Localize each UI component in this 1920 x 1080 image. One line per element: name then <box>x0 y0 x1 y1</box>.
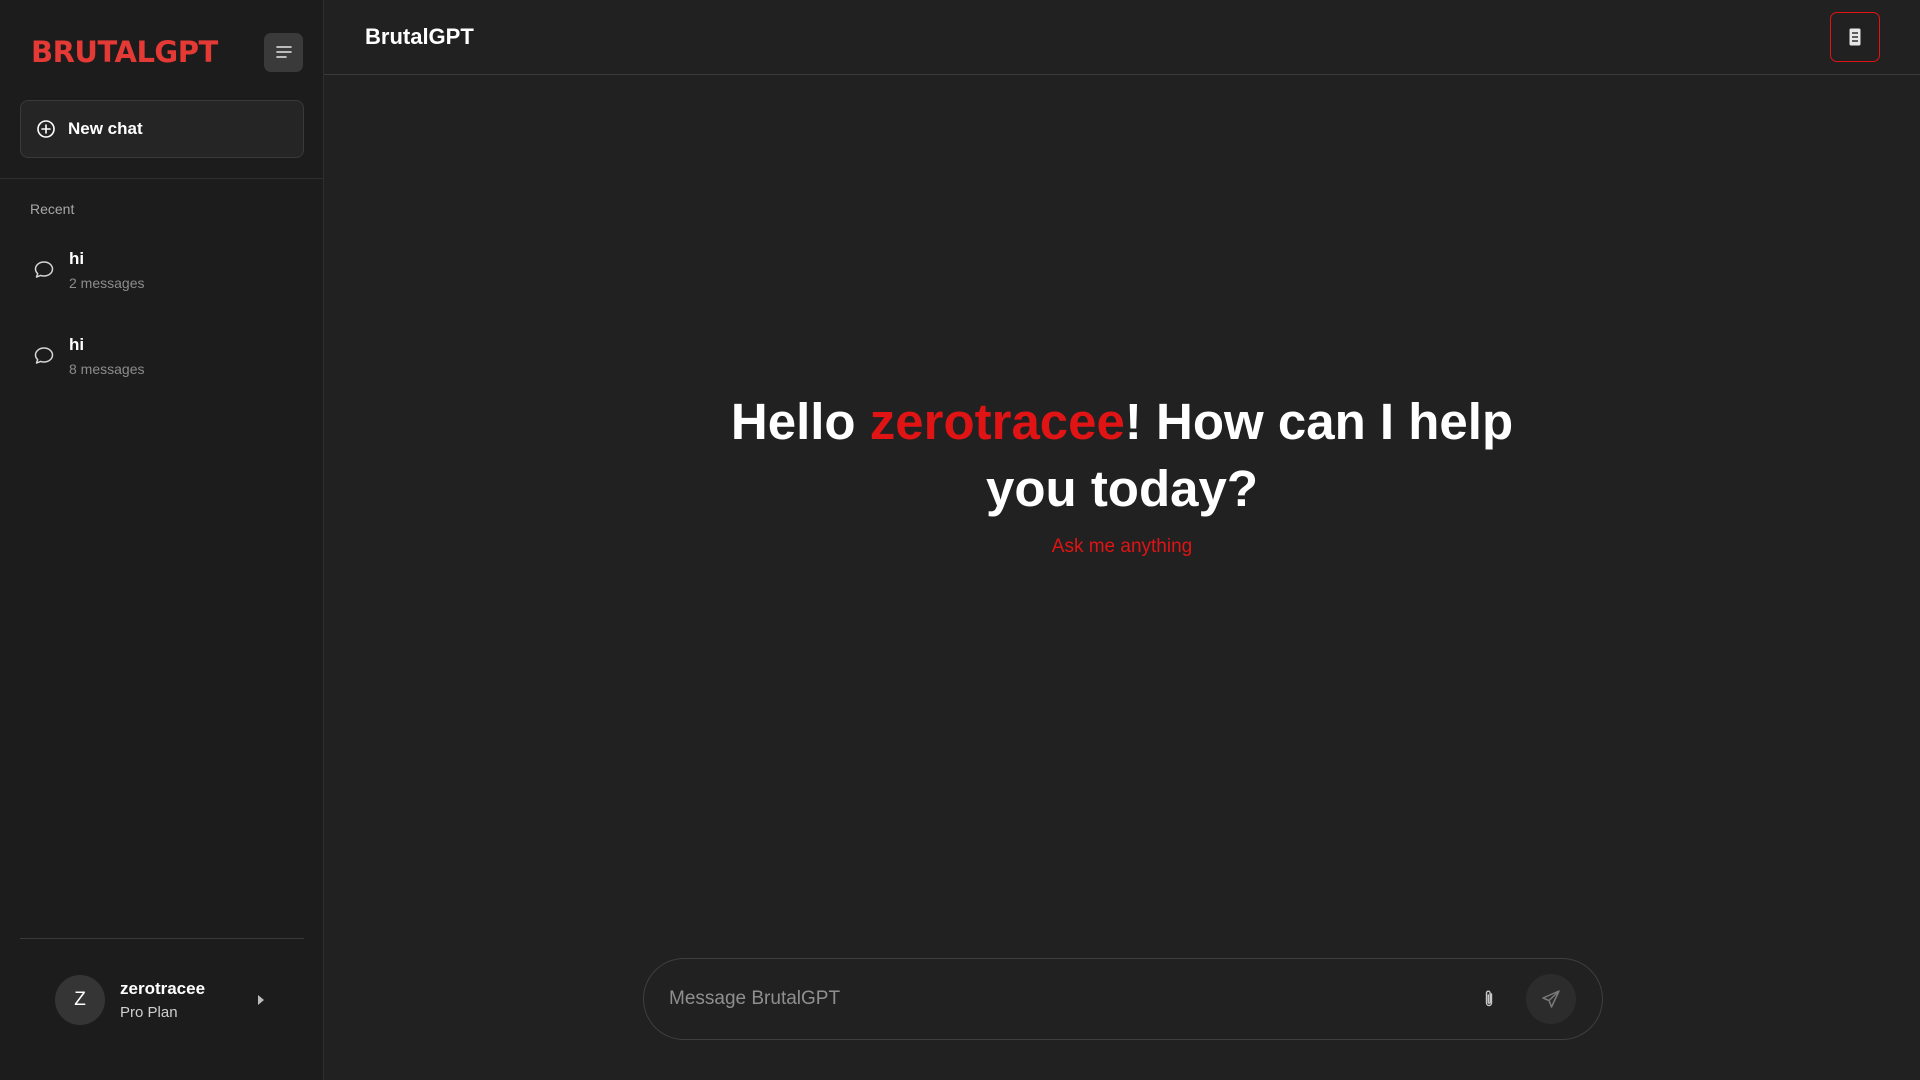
chat-title: hi <box>69 249 85 268</box>
server-button[interactable] <box>1830 12 1880 62</box>
new-chat-label: New chat <box>68 119 143 138</box>
user-info: zerotracee Pro Plan <box>120 979 205 1021</box>
chat-message-count: 8 messages <box>69 361 145 377</box>
sidebar: BRUTALGPT New chat Recent hi 2 messages … <box>0 0 324 1080</box>
chat-history-text: hi 2 messages <box>69 249 144 291</box>
page-title: BrutalGPT <box>365 24 474 49</box>
message-input[interactable] <box>669 988 1474 1010</box>
top-bar: BrutalGPT <box>324 0 1920 75</box>
chat-history-item[interactable]: hi 8 messages <box>20 320 304 392</box>
user-plan: Pro Plan <box>120 1004 178 1021</box>
chat-message-count: 2 messages <box>69 275 145 291</box>
user-profile-button[interactable]: Z zerotracee Pro Plan <box>20 950 304 1050</box>
chat-title: hi <box>69 335 85 354</box>
greeting-username: zerotracee <box>869 393 1125 450</box>
paper-plane-icon <box>1542 990 1560 1008</box>
welcome-hero: Hello zerotracee! How can I help you tod… <box>324 388 1920 558</box>
send-button[interactable] <box>1526 974 1576 1024</box>
greeting-prefix: Hello <box>730 393 870 450</box>
sidebar-divider <box>0 178 323 179</box>
brand-row: BRUTALGPT <box>0 0 323 104</box>
user-section-divider <box>20 938 304 939</box>
message-composer <box>643 958 1603 1040</box>
avatar: Z <box>55 975 105 1025</box>
attach-button[interactable] <box>1474 984 1504 1014</box>
welcome-heading: Hello zerotracee! How can I help you tod… <box>692 388 1552 522</box>
speech-bubble-icon <box>34 261 54 278</box>
user-name: zerotracee <box>120 979 206 998</box>
chat-history-text: hi 8 messages <box>69 335 144 377</box>
main-panel: BrutalGPT Hello zerotracee! How can I he… <box>324 0 1920 1080</box>
paperclip-icon <box>1485 990 1493 1007</box>
welcome-subtitle: Ask me anything <box>1051 536 1193 557</box>
menu-lines-icon <box>275 46 292 58</box>
new-chat-button[interactable]: New chat <box>20 100 304 158</box>
caret-right-icon <box>258 995 264 1005</box>
chat-history-item[interactable]: hi 2 messages <box>20 234 304 306</box>
app: BRUTALGPT New chat Recent hi 2 messages … <box>0 0 1920 1080</box>
brand-logo: BRUTALGPT <box>31 35 218 69</box>
plus-circle-icon <box>37 120 55 138</box>
recent-section-label: Recent <box>30 201 75 217</box>
server-icon <box>1849 28 1861 46</box>
speech-bubble-icon <box>34 347 54 364</box>
menu-toggle-button[interactable] <box>264 32 303 72</box>
